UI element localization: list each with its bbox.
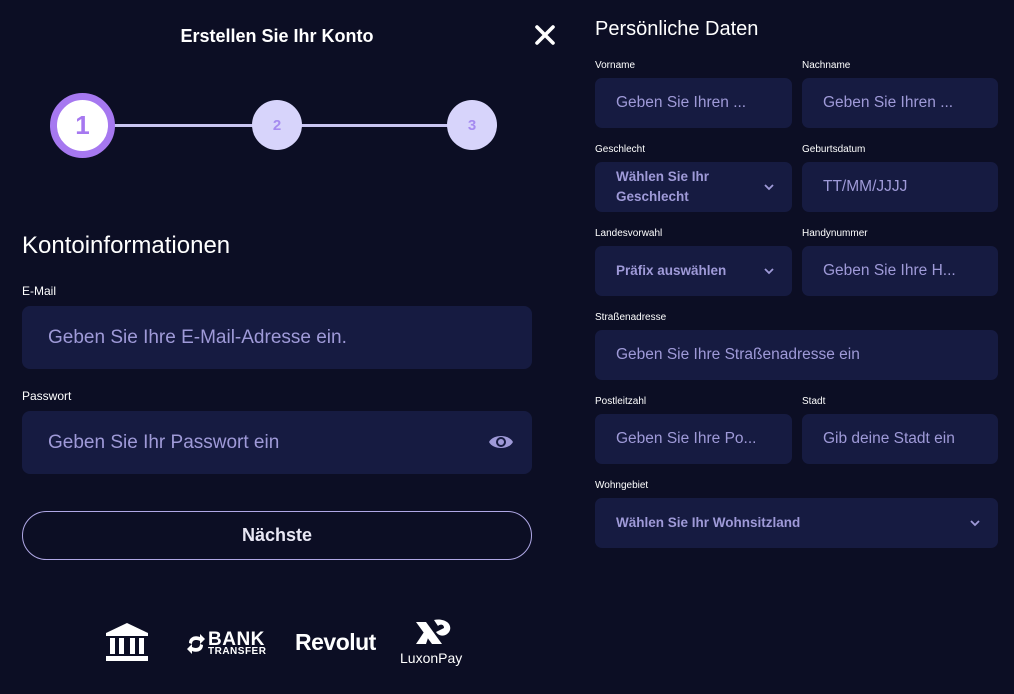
luxonpay-text: LuxonPay: [400, 650, 463, 666]
chevron-down-icon: [764, 268, 774, 275]
password-field[interactable]: Geben Sie Ihr Passwort ein: [22, 411, 532, 474]
dial-code-select[interactable]: Präfix auswählen: [595, 246, 792, 296]
gender-label: Geschlecht: [595, 144, 646, 155]
stepper-line: [112, 124, 254, 127]
step-2: 2: [252, 100, 302, 150]
email-placeholder: Geben Sie Ihre E-Mail-Adresse ein.: [48, 326, 347, 348]
dob-field[interactable]: TT/MM/JJJJ: [802, 162, 998, 212]
first-name-placeholder: Geben Sie Ihren ...: [616, 94, 747, 111]
step-1: 1: [50, 93, 115, 158]
step-3: 3: [447, 100, 497, 150]
mobile-placeholder: Geben Sie Ihre H...: [823, 262, 956, 279]
last-name-placeholder: Geben Sie Ihren ...: [823, 94, 954, 111]
personal-data-title: Persönliche Daten: [595, 18, 759, 40]
mobile-field[interactable]: Geben Sie Ihre H...: [802, 246, 998, 296]
residence-select[interactable]: Wählen Sie Ihr Wohnsitzland: [595, 498, 998, 548]
zip-label: Postleitzahl: [595, 396, 647, 407]
close-icon[interactable]: [532, 22, 558, 48]
chevron-down-icon: [764, 184, 774, 191]
first-name-label: Vorname: [595, 60, 636, 71]
stepper-line: [300, 124, 449, 127]
last-name-field[interactable]: Geben Sie Ihren ...: [802, 78, 998, 128]
transfer-arrows-icon: [187, 634, 205, 654]
residence-label: Wohngebiet: [595, 480, 649, 491]
dial-code-label: Landesvorwahl: [595, 228, 663, 239]
bank-transfer-subtext: TRANSFER: [208, 646, 267, 657]
mobile-label: Handynummer: [802, 228, 868, 239]
email-field[interactable]: Geben Sie Ihre E-Mail-Adresse ein.: [22, 306, 532, 369]
street-field[interactable]: Geben Sie Ihre Straßenadresse ein: [595, 330, 998, 380]
modal-title: Erstellen Sie Ihr Konto: [180, 26, 374, 46]
email-label: E-Mail: [22, 284, 57, 298]
last-name-label: Nachname: [802, 60, 851, 71]
password-placeholder: Geben Sie Ihr Passwort ein: [48, 431, 280, 453]
zip-placeholder: Geben Sie Ihre Po...: [616, 430, 757, 447]
residence-placeholder: Wählen Sie Ihr Wohnsitzland: [616, 515, 801, 530]
gender-placeholder: Wählen Sie Ihr Geschlecht: [616, 169, 710, 204]
eye-icon[interactable]: [488, 431, 514, 453]
revolut-logo: Revolut: [295, 629, 376, 655]
section-title: Kontoinformationen: [22, 232, 231, 259]
next-button[interactable]: Nächste: [22, 511, 532, 560]
luxon-logo-icon: [416, 619, 451, 644]
first-name-field[interactable]: Geben Sie Ihren ...: [595, 78, 792, 128]
dial-code-placeholder: Präfix auswählen: [616, 263, 727, 278]
street-label: Straßenadresse: [595, 312, 667, 323]
dob-placeholder: TT/MM/JJJJ: [823, 178, 908, 195]
password-label: Passwort: [22, 389, 72, 403]
street-placeholder: Geben Sie Ihre Straßenadresse ein: [616, 346, 860, 363]
city-label: Stadt: [802, 396, 826, 407]
dob-label: Geburtsdatum: [802, 144, 866, 155]
chevron-down-icon: [970, 520, 980, 527]
city-placeholder: Gib deine Stadt ein: [823, 430, 955, 447]
bank-icon: [106, 623, 148, 661]
zip-field[interactable]: Geben Sie Ihre Po...: [595, 414, 792, 464]
gender-select[interactable]: Wählen Sie Ihr Geschlecht: [595, 162, 792, 212]
city-field[interactable]: Gib deine Stadt ein: [802, 414, 998, 464]
luxonpay-logo: LuxonPay: [400, 616, 466, 668]
bank-transfer-logo: BANK TRANSFER: [186, 629, 266, 659]
